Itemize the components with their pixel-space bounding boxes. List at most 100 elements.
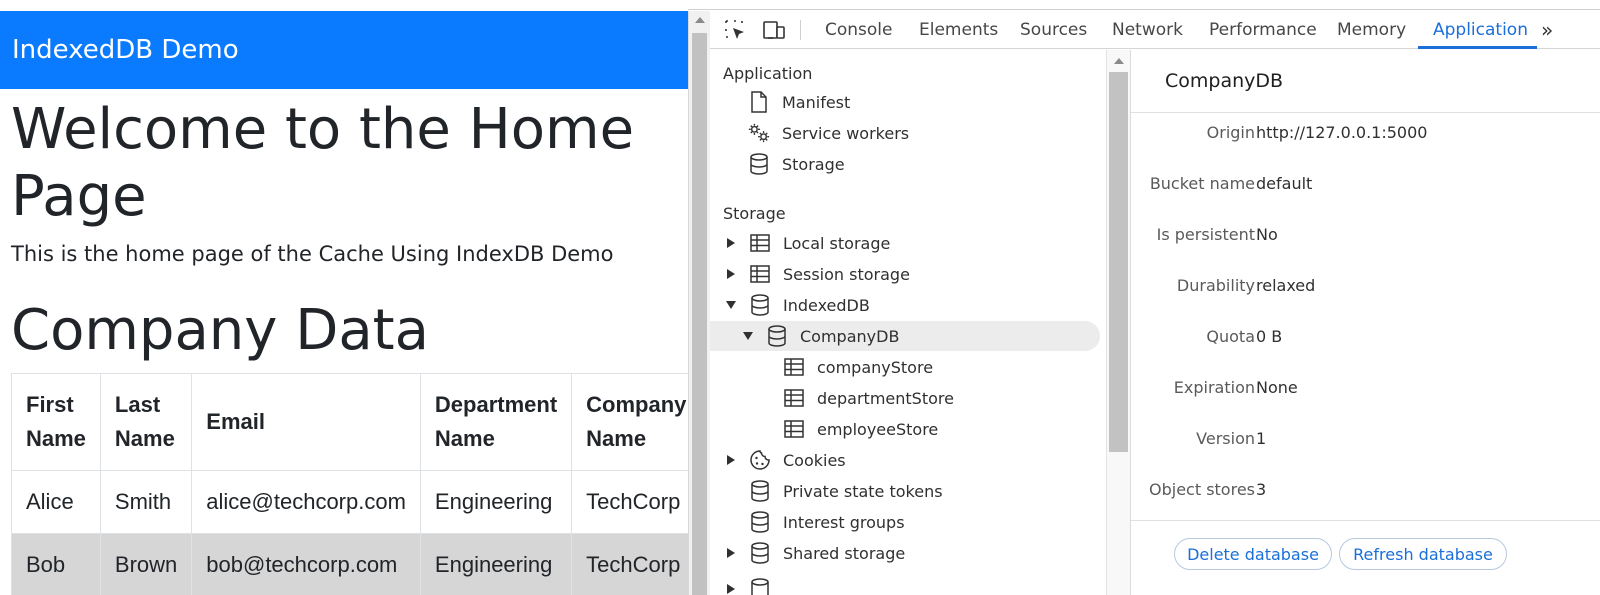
navbar-brand[interactable]: IndexedDB Demo [12,35,239,65]
table-icon [783,387,805,409]
section-title: Company Data [11,298,429,363]
sidebar-item-departmentstore[interactable]: departmentStore [783,383,954,413]
sidebar-item-companystore[interactable]: companyStore [783,352,933,382]
delete-database-button[interactable]: Delete database [1174,538,1332,570]
scroll-up-arrow-icon[interactable] [695,17,705,23]
sidebar-section-storage: Storage [723,204,786,223]
sidebar-item-label: IndexedDB [783,295,870,315]
expand-arrow-icon[interactable] [726,238,736,248]
tab-elements[interactable]: Elements [919,20,998,40]
sidebar-scrollbar[interactable] [1106,50,1130,595]
database-icon [748,153,770,175]
sidebar-item-label: Cookies [783,450,846,470]
field-value-expiration: None [1256,378,1298,397]
sidebar-item-label: Shared storage [783,543,906,563]
sidebar-item-storage[interactable]: Storage [748,149,845,179]
sidebar-item-label: Interest groups [783,512,905,532]
table-icon [783,418,805,440]
sidebar-item-service-workers[interactable]: Service workers [748,118,909,148]
tab-sources[interactable]: Sources [1020,20,1087,40]
inspect-element-icon[interactable] [724,19,746,41]
sidebar-scrollbar-thumb[interactable] [1109,72,1128,452]
devtools-panel: Console Elements Sources Network Perform… [710,11,1600,595]
application-sidebar: Application Manifest Service workers Sto… [710,50,1130,595]
tabbar-divider [800,20,801,40]
cell-last-name: Smith [99,470,193,534]
database-title: CompanyDB [1165,70,1284,92]
sidebar-item-label: Private state tokens [783,481,943,501]
gears-icon [748,122,770,144]
sidebar-item-manifest[interactable]: Manifest [748,87,850,117]
field-label-bucket-name: Bucket name [1149,174,1255,193]
sidebar-item-label: CompanyDB [800,326,900,346]
collapse-arrow-icon[interactable] [726,300,736,310]
table-header-row: First Name Last Name Email Department Na… [11,373,688,471]
field-value-quota: 0 B [1256,327,1283,346]
header-company-name: Company Name [571,373,688,471]
expand-arrow-icon[interactable] [726,548,736,558]
sidebar-item-session-storage[interactable]: Session storage [726,259,910,289]
field-label-object-stores: Object stores [1149,480,1255,499]
sidebar-item-cookies[interactable]: Cookies [726,445,846,475]
sidebar-item-partial[interactable] [726,574,783,595]
field-label-origin: Origin [1206,123,1255,142]
database-icon [749,542,771,564]
tab-performance[interactable]: Performance [1209,20,1317,40]
sidebar-item-indexeddb[interactable]: IndexedDB [726,290,870,320]
table-row: Bob Brown bob@techcorp.com Engineering T… [11,533,688,595]
header-department-name: Department Name [419,373,573,471]
cell-company-name: TechCorp [571,533,688,595]
active-tab-indicator [1418,46,1537,49]
sidebar-item-companydb[interactable]: CompanyDB [710,321,1100,351]
field-value-version: 1 [1256,429,1267,448]
cell-first-name: Bob [11,533,101,595]
field-value-object-stores: 3 [1256,480,1267,499]
sidebar-item-local-storage[interactable]: Local storage [726,228,890,258]
divider [1131,112,1600,113]
database-icon [749,578,771,595]
expand-arrow-icon[interactable] [726,584,736,594]
cell-company-name: TechCorp [571,470,688,534]
tab-memory[interactable]: Memory [1337,20,1406,40]
device-toolbar-icon[interactable] [762,19,785,41]
sidebar-item-label: companyStore [817,357,934,377]
refresh-database-button[interactable]: Refresh database [1339,538,1507,570]
header-first-name: First Name [11,373,101,471]
page-lead-text: This is the home page of the Cache Using… [11,242,614,266]
database-icon [749,294,771,316]
collapse-arrow-icon[interactable] [743,331,753,341]
sidebar-item-shared-storage[interactable]: Shared storage [726,538,905,568]
sidebar-item-label: departmentStore [817,388,954,408]
cookie-icon [749,449,771,471]
sidebar-item-label: Session storage [783,264,910,284]
expand-arrow-icon[interactable] [726,269,736,279]
database-icon [766,325,788,347]
page-heading: Welcome to the Home Page [11,97,635,229]
scroll-up-arrow-icon[interactable] [1114,58,1124,64]
sidebar-item-private-state-tokens[interactable]: Private state tokens [749,476,943,506]
navbar: IndexedDB Demo [0,11,688,89]
cell-department-name: Engineering [419,533,573,595]
tab-application[interactable]: Application [1433,20,1528,40]
sidebar-section-application: Application [723,64,813,83]
field-label-version: Version [1196,429,1255,448]
document-icon [748,91,770,113]
database-details-pane: CompanyDB Origin http://127.0.0.1:5000 B… [1130,50,1600,595]
sidebar-item-interest-groups[interactable]: Interest groups [749,507,905,537]
field-value-durability: relaxed [1256,276,1316,295]
tab-network[interactable]: Network [1112,20,1183,40]
table-icon [749,263,771,285]
table-row: Alice Smith alice@techcorp.com Engineeri… [11,470,688,534]
more-tabs-icon[interactable]: » [1541,18,1553,42]
sidebar-item-employeestore[interactable]: employeeStore [783,414,938,444]
field-value-bucket-name: default [1256,174,1313,193]
header-email: Email [191,373,421,471]
page-scrollbar-thumb[interactable] [692,33,707,595]
tab-console[interactable]: Console [825,20,893,40]
field-label-is-persistent: Is persistent [1156,225,1255,244]
sidebar-item-label: Storage [782,154,845,174]
page-scrollbar[interactable] [688,11,710,595]
devtools-tabbar: Console Elements Sources Network Perform… [710,11,1600,49]
cell-first-name: Alice [11,470,101,534]
expand-arrow-icon[interactable] [726,455,736,465]
